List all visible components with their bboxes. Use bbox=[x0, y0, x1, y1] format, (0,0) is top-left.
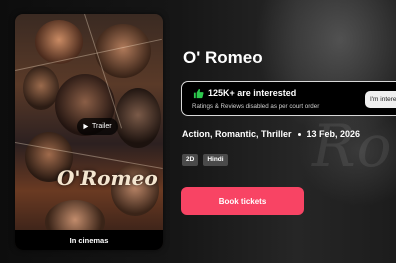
tag-language: Hindi bbox=[203, 154, 228, 166]
in-cinemas-label: In cinemas bbox=[15, 230, 163, 250]
genres: Action, Romantic, Thriller bbox=[182, 129, 292, 139]
play-icon bbox=[83, 123, 89, 130]
book-tickets-button[interactable]: Book tickets bbox=[181, 187, 304, 215]
separator-dot bbox=[297, 132, 301, 136]
release-date: 13 Feb, 2026 bbox=[306, 129, 361, 139]
poster-face-3 bbox=[23, 66, 59, 110]
movie-title: O' Romeo bbox=[183, 48, 263, 67]
poster-logo: O'Romeo bbox=[57, 166, 158, 190]
trailer-button[interactable]: Trailer bbox=[77, 118, 118, 135]
thumbs-up-icon bbox=[193, 88, 204, 99]
movie-poster[interactable]: Trailer O'Romeo In cinemas bbox=[15, 14, 163, 250]
interest-card: 125K+ are interested Ratings & Reviews d… bbox=[181, 81, 396, 116]
ratings-disabled-note: Ratings & Reviews disabled as per court … bbox=[192, 103, 320, 110]
movie-meta: Action, Romantic, Thriller 13 Feb, 2026 bbox=[182, 129, 360, 139]
poster-face-5 bbox=[115, 88, 161, 148]
interest-count: 125K+ are interested bbox=[208, 88, 297, 98]
tag-format: 2D bbox=[182, 154, 199, 166]
trailer-label: Trailer bbox=[92, 123, 112, 130]
format-tags: 2D Hindi bbox=[182, 154, 228, 166]
im-interested-button[interactable]: I'm interested bbox=[365, 91, 396, 108]
backdrop-title-art: Rom bbox=[312, 112, 396, 180]
